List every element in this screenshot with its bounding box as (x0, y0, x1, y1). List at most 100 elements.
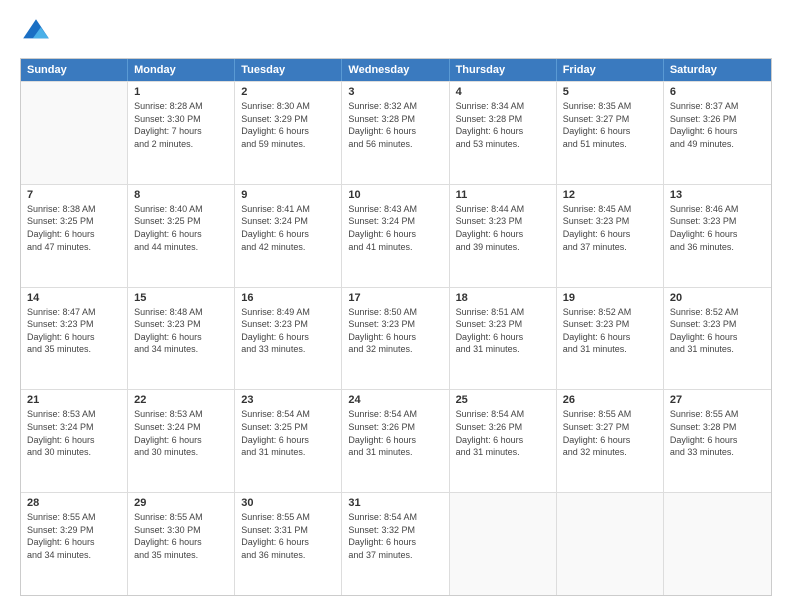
calendar-cell: 18 Sunrise: 8:51 AMSunset: 3:23 PMDayligh… (450, 288, 557, 390)
cell-info: Sunrise: 8:52 AMSunset: 3:23 PMDaylight:… (670, 306, 765, 356)
day-number: 6 (670, 86, 765, 98)
logo-icon (20, 16, 52, 48)
calendar-cell: 9Sunrise: 8:41 AMSunset: 3:24 PMDaylight… (235, 185, 342, 287)
calendar-cell: 22 Sunrise: 8:53 AMSunset: 3:24 PMDayligh… (128, 390, 235, 492)
day-number: 8 (134, 189, 228, 201)
calendar-cell: 8 Sunrise: 8:40 AMSunset: 3:25 PMDaylight… (128, 185, 235, 287)
cell-info: Sunrise: 8:28 AMSunset: 3:30 PMDaylight:… (134, 100, 228, 150)
day-number: 25 (456, 394, 550, 406)
day-number: 19 (563, 292, 657, 304)
calendar: SundayMondayTuesdayWednesdayThursdayFrid… (20, 58, 772, 596)
day-header-tuesday: Tuesday (235, 59, 342, 81)
day-number: 16 (241, 292, 335, 304)
calendar-cell: 26 Sunrise: 8:55 AMSunset: 3:27 PMDayligh… (557, 390, 664, 492)
day-number: 2 (241, 86, 335, 98)
calendar-cell (664, 493, 771, 595)
day-number: 13 (670, 189, 765, 201)
cell-info: Sunrise: 8:43 AMSunset: 3:24 PMDaylight:… (348, 203, 442, 253)
cell-info: Sunrise: 8:53 AMSunset: 3:24 PMDaylight:… (27, 408, 121, 458)
calendar-cell: 20 Sunrise: 8:52 AMSunset: 3:23 PMDayligh… (664, 288, 771, 390)
cell-info: Sunrise: 8:44 AMSunset: 3:23 PMDaylight:… (456, 203, 550, 253)
day-number: 28 (27, 497, 121, 509)
cell-info: Sunrise: 8:40 AMSunset: 3:25 PMDaylight:… (134, 203, 228, 253)
day-number: 18 (456, 292, 550, 304)
calendar-cell: 10 Sunrise: 8:43 AMSunset: 3:24 PMDayligh… (342, 185, 449, 287)
day-number: 1 (134, 86, 228, 98)
day-number: 26 (563, 394, 657, 406)
day-number: 3 (348, 86, 442, 98)
calendar-row-1: 7 Sunrise: 8:38 AMSunset: 3:25 PMDaylight… (21, 184, 771, 287)
calendar-row-3: 21 Sunrise: 8:53 AMSunset: 3:24 PMDayligh… (21, 389, 771, 492)
day-number: 29 (134, 497, 228, 509)
cell-info: Sunrise: 8:46 AMSunset: 3:23 PMDaylight:… (670, 203, 765, 253)
calendar-cell: 29 Sunrise: 8:55 AMSunset: 3:30 PMDayligh… (128, 493, 235, 595)
day-number: 31 (348, 497, 442, 509)
calendar-cell: 30 Sunrise: 8:55 AMSunset: 3:31 PMDayligh… (235, 493, 342, 595)
day-number: 30 (241, 497, 335, 509)
day-number: 12 (563, 189, 657, 201)
calendar-cell (557, 493, 664, 595)
cell-info: Sunrise: 8:32 AMSunset: 3:28 PMDaylight:… (348, 100, 442, 150)
day-number: 5 (563, 86, 657, 98)
cell-info: Sunrise: 8:47 AMSunset: 3:23 PMDaylight:… (27, 306, 121, 356)
calendar-cell: 7 Sunrise: 8:38 AMSunset: 3:25 PMDaylight… (21, 185, 128, 287)
calendar-cell (450, 493, 557, 595)
day-number: 14 (27, 292, 121, 304)
day-number: 7 (27, 189, 121, 201)
logo (20, 16, 56, 48)
cell-info: Sunrise: 8:55 AMSunset: 3:30 PMDaylight:… (134, 511, 228, 561)
day-number: 15 (134, 292, 228, 304)
day-header-thursday: Thursday (450, 59, 557, 81)
calendar-header: SundayMondayTuesdayWednesdayThursdayFrid… (21, 59, 771, 81)
day-header-wednesday: Wednesday (342, 59, 449, 81)
cell-info: Sunrise: 8:53 AMSunset: 3:24 PMDaylight:… (134, 408, 228, 458)
calendar-cell: 3 Sunrise: 8:32 AMSunset: 3:28 PMDaylight… (342, 82, 449, 184)
cell-info: Sunrise: 8:41 AMSunset: 3:24 PMDaylight:… (241, 203, 335, 253)
calendar-cell: 24 Sunrise: 8:54 AMSunset: 3:26 PMDayligh… (342, 390, 449, 492)
day-number: 22 (134, 394, 228, 406)
calendar-cell: 16 Sunrise: 8:49 AMSunset: 3:23 PMDayligh… (235, 288, 342, 390)
calendar-cell: 17 Sunrise: 8:50 AMSunset: 3:23 PMDayligh… (342, 288, 449, 390)
cell-info: Sunrise: 8:55 AMSunset: 3:31 PMDaylight:… (241, 511, 335, 561)
cell-info: Sunrise: 8:38 AMSunset: 3:25 PMDaylight:… (27, 203, 121, 253)
calendar-row-2: 14 Sunrise: 8:47 AMSunset: 3:23 PMDayligh… (21, 287, 771, 390)
day-number: 11 (456, 189, 550, 201)
calendar-body: 1 Sunrise: 8:28 AMSunset: 3:30 PMDaylight… (21, 81, 771, 595)
header (20, 16, 772, 48)
calendar-cell: 4Sunrise: 8:34 AMSunset: 3:28 PMDaylight… (450, 82, 557, 184)
cell-info: Sunrise: 8:50 AMSunset: 3:23 PMDaylight:… (348, 306, 442, 356)
cell-info: Sunrise: 8:55 AMSunset: 3:27 PMDaylight:… (563, 408, 657, 458)
day-number: 24 (348, 394, 442, 406)
day-header-sunday: Sunday (21, 59, 128, 81)
day-header-friday: Friday (557, 59, 664, 81)
calendar-cell: 13 Sunrise: 8:46 AMSunset: 3:23 PMDayligh… (664, 185, 771, 287)
calendar-cell: 19Sunrise: 8:52 AMSunset: 3:23 PMDayligh… (557, 288, 664, 390)
cell-info: Sunrise: 8:49 AMSunset: 3:23 PMDaylight:… (241, 306, 335, 356)
cell-info: Sunrise: 8:48 AMSunset: 3:23 PMDaylight:… (134, 306, 228, 356)
cell-info: Sunrise: 8:55 AMSunset: 3:28 PMDaylight:… (670, 408, 765, 458)
calendar-cell: 5 Sunrise: 8:35 AMSunset: 3:27 PMDaylight… (557, 82, 664, 184)
calendar-cell: 15 Sunrise: 8:48 AMSunset: 3:23 PMDayligh… (128, 288, 235, 390)
calendar-cell: 23Sunrise: 8:54 AMSunset: 3:25 PMDayligh… (235, 390, 342, 492)
day-number: 21 (27, 394, 121, 406)
day-number: 20 (670, 292, 765, 304)
calendar-cell: 11 Sunrise: 8:44 AMSunset: 3:23 PMDayligh… (450, 185, 557, 287)
calendar-cell: 21 Sunrise: 8:53 AMSunset: 3:24 PMDayligh… (21, 390, 128, 492)
calendar-cell: 25 Sunrise: 8:54 AMSunset: 3:26 PMDayligh… (450, 390, 557, 492)
calendar-cell (21, 82, 128, 184)
day-header-monday: Monday (128, 59, 235, 81)
cell-info: Sunrise: 8:54 AMSunset: 3:26 PMDaylight:… (348, 408, 442, 458)
cell-info: Sunrise: 8:54 AMSunset: 3:26 PMDaylight:… (456, 408, 550, 458)
cell-info: Sunrise: 8:51 AMSunset: 3:23 PMDaylight:… (456, 306, 550, 356)
cell-info: Sunrise: 8:34 AMSunset: 3:28 PMDaylight:… (456, 100, 550, 150)
cell-info: Sunrise: 8:30 AMSunset: 3:29 PMDaylight:… (241, 100, 335, 150)
calendar-cell: 14 Sunrise: 8:47 AMSunset: 3:23 PMDayligh… (21, 288, 128, 390)
day-number: 17 (348, 292, 442, 304)
calendar-row-0: 1 Sunrise: 8:28 AMSunset: 3:30 PMDaylight… (21, 81, 771, 184)
calendar-cell: 1 Sunrise: 8:28 AMSunset: 3:30 PMDaylight… (128, 82, 235, 184)
day-number: 10 (348, 189, 442, 201)
cell-info: Sunrise: 8:35 AMSunset: 3:27 PMDaylight:… (563, 100, 657, 150)
calendar-cell: 2 Sunrise: 8:30 AMSunset: 3:29 PMDaylight… (235, 82, 342, 184)
calendar-cell: 27Sunrise: 8:55 AMSunset: 3:28 PMDayligh… (664, 390, 771, 492)
calendar-cell: 28Sunrise: 8:55 AMSunset: 3:29 PMDayligh… (21, 493, 128, 595)
